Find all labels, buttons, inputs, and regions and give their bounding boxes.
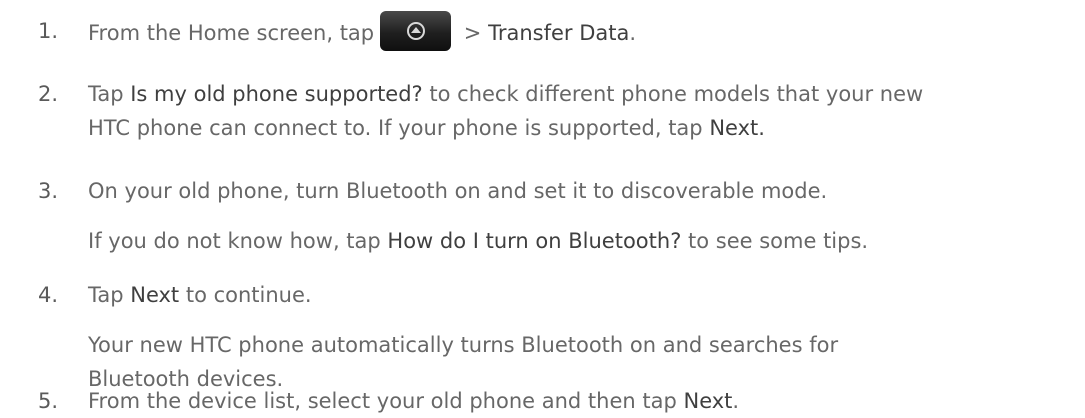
- step-4-pre: Tap: [88, 283, 131, 307]
- step-5-post: .: [732, 389, 740, 413]
- next-label: Next: [683, 389, 733, 413]
- step-4-post: to continue.: [179, 283, 312, 307]
- step-2-line-2-pre: HTC phone can connect to. If your phone …: [88, 116, 710, 140]
- step-2-line-2: HTC phone can connect to. If your phone …: [88, 111, 1078, 145]
- step-text: From the device list, select your old ph…: [88, 384, 1078, 418]
- tip-post: to see some tips.: [681, 229, 869, 253]
- next-label: Next.: [709, 116, 765, 140]
- step-2-post: to check different phone models that you…: [422, 82, 924, 106]
- step-text: Tap Next to continue.: [88, 278, 1078, 312]
- instructions-document: 1. From the Home screen, tap > Transfer …: [0, 0, 1085, 418]
- old-phone-supported-label: Is my old phone supported?: [130, 82, 423, 106]
- up-arrow-icon: [411, 27, 422, 33]
- next-label: Next: [130, 283, 180, 307]
- step-2-pre: Tap: [88, 82, 131, 106]
- bluetooth-tip-paragraph: If you do not know how, tap How do I tur…: [88, 224, 868, 258]
- step-number: 3.: [38, 179, 59, 203]
- home-all-apps-icon: [380, 11, 452, 51]
- step-text: Tap Is my old phone supported? to check …: [88, 77, 1078, 145]
- step-1-separator: >: [457, 21, 489, 45]
- step-number: 1.: [38, 19, 59, 43]
- step-text: From the Home screen, tap > Transfer Dat…: [88, 11, 1078, 54]
- transfer-data-label: Transfer Data: [488, 21, 630, 45]
- step-number: 5.: [38, 389, 59, 413]
- tip-pre: If you do not know how, tap: [88, 229, 388, 253]
- step-1-end: .: [629, 21, 637, 45]
- step-2-line-1: Tap Is my old phone supported? to check …: [88, 77, 1078, 111]
- step-1-pre: From the Home screen, tap: [88, 21, 375, 45]
- step-text: On your old phone, turn Bluetooth on and…: [88, 179, 828, 203]
- step-5-pre: From the device list, select your old ph…: [88, 389, 684, 413]
- step-number: 2.: [38, 82, 59, 106]
- auto-line-1: Your new HTC phone automatically turns B…: [88, 333, 839, 357]
- how-turn-on-bluetooth-label: How do I turn on Bluetooth?: [387, 229, 682, 253]
- step-number: 4.: [38, 283, 59, 307]
